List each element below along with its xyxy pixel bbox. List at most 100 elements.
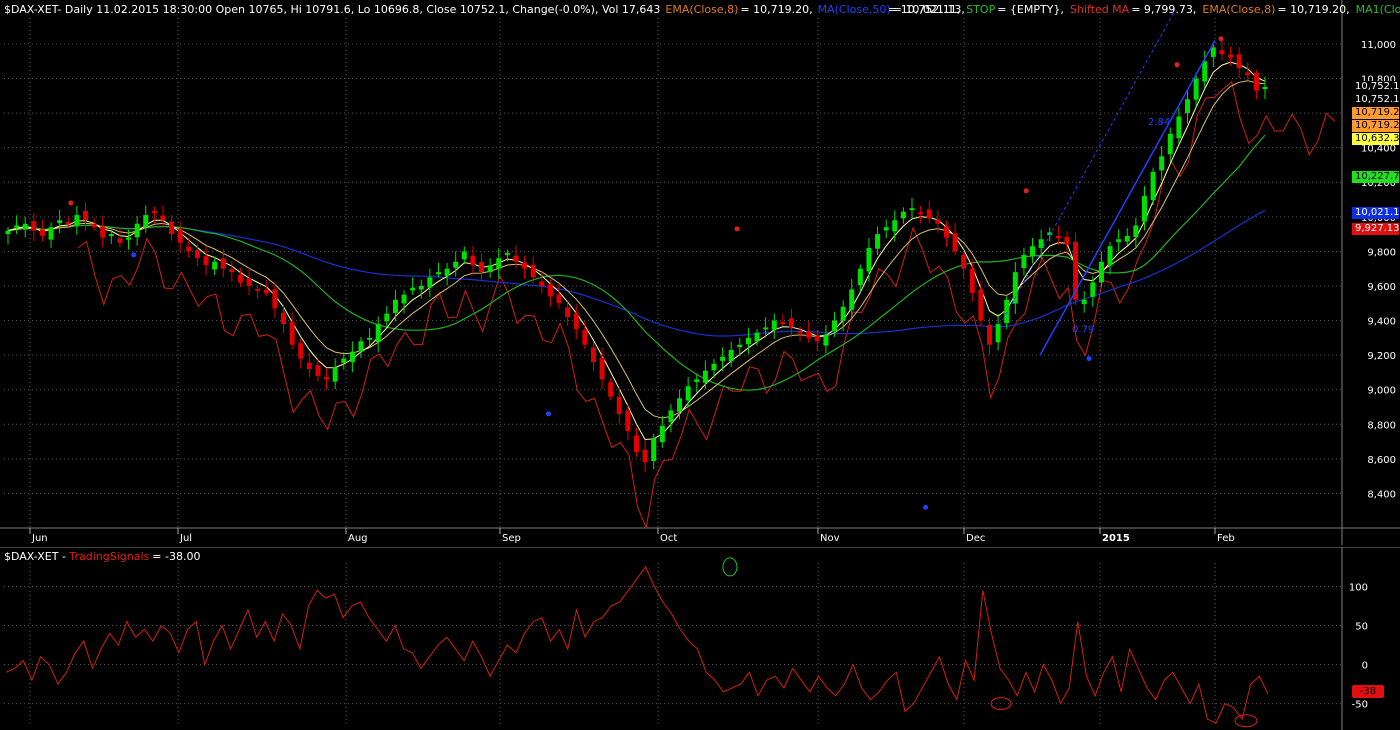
candle-up	[995, 324, 1001, 343]
candle-down	[1228, 54, 1234, 58]
ohlc-label: - Daily 11.02.2015 18:30:00 Open 10765, …	[57, 3, 661, 16]
candle-down	[814, 335, 820, 342]
candle-up	[1107, 246, 1113, 266]
candle-down	[186, 246, 192, 252]
candle-up	[728, 349, 734, 362]
candle-down	[65, 221, 71, 224]
candle-up	[754, 332, 760, 342]
osc-value-tag: -38	[1352, 685, 1384, 698]
candle-up	[143, 215, 149, 228]
candle-down	[634, 435, 639, 452]
candle-down	[82, 210, 88, 221]
candle-up	[1193, 78, 1199, 100]
shifted-ma-line	[77, 80, 1336, 530]
trend-line-dashed	[999, 10, 1176, 326]
candle-up	[659, 426, 665, 443]
pivot-marker	[734, 226, 740, 232]
candle-down	[599, 357, 605, 380]
oscillator-chart[interactable]: 100 50 0 -50	[0, 547, 1400, 730]
pivot-marker	[68, 200, 74, 206]
candle-up	[496, 258, 502, 269]
trading-signals-line	[5, 565, 1269, 724]
candle-down	[281, 312, 287, 324]
candle-down	[573, 313, 579, 330]
x-tick-label: 2015	[1102, 533, 1130, 544]
candle-down	[1055, 236, 1061, 239]
candle-up	[341, 358, 347, 363]
candle-up	[418, 285, 424, 290]
candle-up	[349, 351, 355, 362]
candle-up	[711, 363, 717, 371]
candle-up	[875, 234, 881, 249]
candle-up	[1262, 86, 1268, 90]
candle-down	[1219, 50, 1225, 55]
candle-up	[720, 356, 726, 361]
candle-up	[401, 294, 407, 304]
candle-down	[272, 289, 278, 309]
candle-up	[487, 265, 493, 273]
candle-up	[849, 289, 855, 310]
candle-up	[840, 306, 846, 321]
candle-down	[952, 233, 958, 252]
candle-down	[470, 255, 476, 266]
candle-up	[444, 268, 450, 276]
candle-up	[1116, 239, 1122, 242]
pivot-marker	[1086, 356, 1092, 362]
candle-down	[797, 331, 803, 334]
candle-down	[780, 322, 786, 325]
price-tag: 10,752.1	[1352, 93, 1400, 106]
ema8-label: EMA(Close,8)	[665, 3, 739, 16]
candle-down	[530, 264, 536, 278]
candle-up	[453, 261, 459, 268]
candle-up	[384, 313, 390, 322]
shifted-ma-value: = 9,799.73,	[1131, 3, 1197, 16]
candle-down	[169, 221, 175, 235]
candle-up	[57, 220, 63, 224]
shifted-ma-label: Shifted MA	[1069, 3, 1130, 16]
oscillator-pane[interactable]: 100 50 0 -50 $DAX-XET - TradingSignals = -38…	[0, 547, 1400, 730]
candle-down	[479, 262, 485, 273]
candle-down	[926, 209, 932, 219]
pivot-marker	[1023, 188, 1029, 194]
candle-down	[556, 294, 562, 304]
y-tick-label: 10,400	[1361, 144, 1396, 155]
osc-sep: -	[58, 550, 70, 563]
candle-up	[108, 234, 114, 237]
candle-up	[435, 272, 441, 275]
pivot-marker	[1218, 36, 1224, 42]
candle-down	[255, 288, 261, 291]
candle-down	[969, 268, 975, 293]
y-tick-label: 8,400	[1367, 489, 1396, 500]
candle-up	[1090, 282, 1096, 297]
candle-up	[1081, 299, 1087, 305]
candle-up	[832, 320, 838, 332]
candle-down	[315, 365, 321, 376]
candle-up	[866, 247, 872, 272]
candle-up	[410, 287, 416, 291]
candle-up	[1021, 254, 1027, 269]
osc-y-tick-label: 100	[1349, 582, 1368, 593]
candle-down	[160, 215, 166, 221]
candle-down	[616, 396, 622, 414]
candle-up	[1012, 272, 1018, 304]
ema8-value: = 10,719.20,	[740, 3, 813, 16]
price-chart[interactable]: 11,00010,80010,60010,40010,20010,0009,80…	[0, 0, 1400, 545]
pivot-marker	[131, 252, 137, 258]
candle-down	[565, 307, 571, 318]
price-pane[interactable]: 11,00010,80010,60010,40010,20010,0009,80…	[0, 0, 1400, 545]
candle-down	[91, 223, 97, 228]
candle-down	[961, 254, 967, 269]
candle-up	[358, 341, 364, 352]
candle-down	[263, 289, 269, 293]
price-header: $DAX-XET- Daily 11.02.2015 18:30:00 Open…	[4, 3, 970, 16]
candle-up	[427, 277, 433, 288]
osc-value: = -38.00	[152, 550, 201, 563]
candle-down	[194, 249, 200, 259]
y-tick-label: 11,000	[1361, 40, 1396, 51]
fib-label-upper: 2.84	[1148, 117, 1170, 128]
candle-down	[935, 219, 941, 224]
candle-down	[582, 329, 588, 345]
candle-down	[100, 226, 106, 238]
candle-up	[332, 367, 338, 382]
signal-sell-marker	[1234, 714, 1258, 728]
